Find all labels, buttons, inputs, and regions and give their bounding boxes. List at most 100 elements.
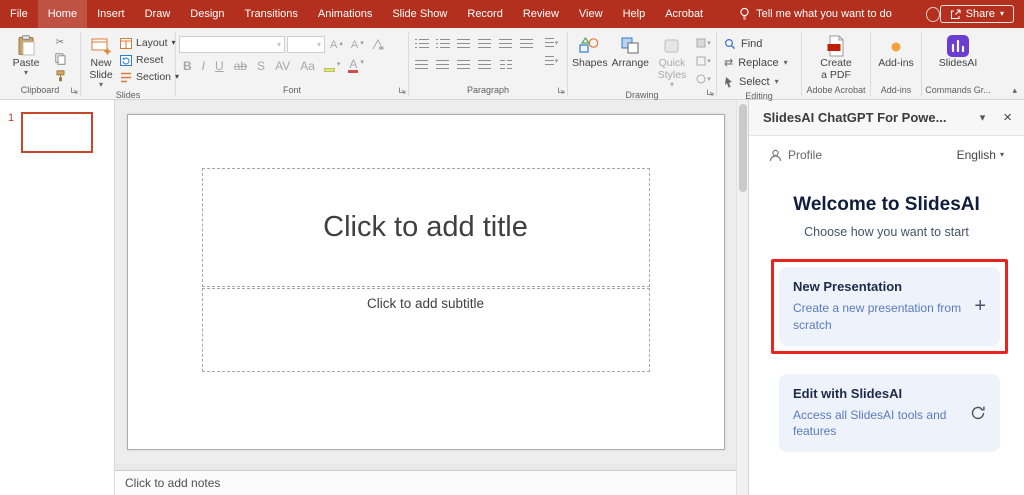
italic-button[interactable]: I	[198, 59, 209, 73]
replace-button[interactable]: ⇄ Replace ▾	[724, 54, 788, 71]
welcome-subtitle: Choose how you want to start	[804, 225, 969, 239]
columns-button[interactable]	[496, 57, 515, 72]
menu-tab-acrobat[interactable]: Acrobat	[655, 0, 713, 28]
slide-canvas[interactable]: Click to add title Click to add subtitle	[126, 114, 725, 450]
new-presentation-card[interactable]: New Presentation Create a new presentati…	[779, 267, 1000, 346]
arrange-button[interactable]: Arrange	[611, 32, 650, 69]
text-direction-button[interactable]	[517, 36, 536, 51]
menu-tab-insert[interactable]: Insert	[87, 0, 135, 28]
clear-formatting-button[interactable]	[369, 39, 387, 50]
shape-outline-button[interactable]: ▾	[694, 53, 713, 68]
addins-group-label: Add-ins	[880, 85, 912, 95]
font-family-combo[interactable]: ▾	[179, 36, 285, 53]
ribbon-group-acrobat: Create a PDF Adobe Acrobat	[802, 28, 870, 99]
menu-tab-record[interactable]: Record	[457, 0, 512, 28]
menu-tab-view[interactable]: View	[569, 0, 613, 28]
slidesai-label: SlidesAI	[938, 57, 978, 69]
decrease-indent-button[interactable]	[454, 36, 473, 51]
align-text-button[interactable]: ▾	[542, 35, 561, 50]
align-left-button[interactable]	[412, 57, 431, 72]
font-color-button[interactable]: A ▾	[345, 58, 367, 73]
slidesai-button[interactable]: SlidesAI	[931, 32, 985, 69]
welcome-heading: Welcome to SlidesAI	[793, 194, 980, 215]
menu-tab-animations[interactable]: Animations	[308, 0, 382, 28]
panel-close-button[interactable]: ×	[1003, 109, 1012, 126]
underline-button[interactable]: U	[211, 59, 228, 73]
add-ins-button[interactable]: Add-ins	[874, 32, 918, 69]
language-selector[interactable]: English ▾	[957, 148, 1004, 162]
menu-tab-home[interactable]: Home	[37, 0, 88, 28]
convert-smartart-button[interactable]: ▾	[542, 53, 561, 68]
shape-effects-button[interactable]: ▾	[694, 71, 713, 86]
find-button[interactable]: Find	[724, 35, 788, 52]
paragraph-dialog-launcher-icon[interactable]	[557, 85, 565, 97]
tell-me-box[interactable]: Tell me what you want to do	[739, 7, 892, 21]
shape-fill-button[interactable]: ▾	[694, 35, 713, 50]
shrink-font-button[interactable]: A ▾	[348, 39, 367, 51]
character-spacing-button[interactable]: AV	[271, 59, 294, 73]
select-button[interactable]: Select ▾	[724, 73, 788, 90]
panel-collapse-chevron-icon[interactable]: ▾	[980, 111, 986, 124]
line-spacing-button[interactable]	[496, 36, 515, 51]
menu-tab-design[interactable]: Design	[180, 0, 234, 28]
editor-scrollbar-thumb[interactable]	[739, 104, 747, 192]
pdf-icon	[826, 34, 846, 57]
create-pdf-button[interactable]: Create a PDF	[810, 32, 862, 81]
ribbon-group-drawing: Shapes Arrange Quick Styles ▾ ▾ ▾ ▾ Draw…	[568, 28, 716, 100]
section-button[interactable]: Section ▾	[120, 69, 179, 85]
menu-tab-draw[interactable]: Draw	[135, 0, 181, 28]
account-avatar[interactable]	[925, 6, 940, 22]
line-spacing-icon	[499, 39, 512, 48]
font-size-combo[interactable]: ▾	[287, 36, 325, 53]
reset-button[interactable]: Reset	[120, 52, 179, 68]
highlight-color-button[interactable]: ▾	[321, 60, 344, 72]
subtitle-placeholder[interactable]: Click to add subtitle	[201, 288, 650, 372]
title-placeholder[interactable]: Click to add title	[201, 168, 650, 287]
clipboard-dialog-launcher-icon[interactable]	[70, 85, 78, 97]
numbering-button[interactable]	[433, 36, 452, 51]
layout-button[interactable]: Layout ▾	[120, 35, 179, 51]
bold-button[interactable]: B	[179, 59, 196, 73]
format-painter-button[interactable]	[51, 69, 69, 83]
shapes-label: Shapes	[572, 57, 608, 69]
menu-tab-transitions[interactable]: Transitions	[235, 0, 308, 28]
drawing-dialog-launcher-icon[interactable]	[706, 87, 714, 99]
grow-font-button[interactable]: A ▴	[327, 39, 346, 51]
align-center-icon	[436, 60, 449, 69]
font-dialog-launcher-icon[interactable]	[398, 85, 406, 97]
edit-slidesai-desc: Access all SlidesAI tools and features	[793, 407, 947, 439]
edit-with-slidesai-card[interactable]: Edit with SlidesAI Access all SlidesAI t…	[779, 373, 1000, 453]
new-slide-button[interactable]: New Slide ▾	[84, 32, 118, 89]
layout-icon	[120, 37, 132, 49]
align-right-button[interactable]	[454, 57, 473, 72]
quick-styles-button[interactable]: Quick Styles ▾	[652, 32, 692, 89]
strikethrough-button[interactable]: ab	[230, 59, 251, 73]
new-presentation-text: New Presentation Create a new presentati…	[793, 279, 966, 334]
slide-1-thumbnail[interactable]	[21, 112, 94, 153]
share-button[interactable]: Share ▾	[939, 5, 1014, 23]
paste-button[interactable]: Paste ▾	[3, 32, 49, 77]
justify-button[interactable]	[475, 57, 494, 72]
slide-number: 1	[8, 112, 15, 124]
cut-button[interactable]: ✂	[51, 35, 69, 49]
menu-tab-slide-show[interactable]: Slide Show	[382, 0, 457, 28]
bullets-button[interactable]	[412, 36, 431, 51]
highlight-chevron-icon: ▾	[336, 60, 341, 68]
increase-indent-button[interactable]	[475, 36, 494, 51]
language-label: English	[956, 148, 996, 162]
profile-label[interactable]: Profile	[788, 148, 822, 162]
menu-tab-file[interactable]: File	[0, 0, 38, 28]
notes-pane[interactable]: Click to add notes	[115, 470, 736, 495]
collapse-ribbon-button[interactable]: ▴	[1012, 85, 1017, 96]
menu-tab-help[interactable]: Help	[613, 0, 656, 28]
change-case-button[interactable]: Aa	[296, 59, 319, 73]
text-shadow-button[interactable]: S	[253, 59, 269, 73]
shapes-button[interactable]: Shapes	[571, 32, 609, 69]
slide-canvas-area: Click to add title Click to add subtitle	[115, 100, 736, 464]
align-center-button[interactable]	[433, 57, 452, 72]
menu-tab-review[interactable]: Review	[513, 0, 569, 28]
copy-button[interactable]	[51, 52, 69, 66]
subtitle-placeholder-text: Click to add subtitle	[366, 296, 485, 311]
editor-scrollbar[interactable]	[736, 100, 748, 495]
quick-styles-icon	[663, 34, 681, 57]
